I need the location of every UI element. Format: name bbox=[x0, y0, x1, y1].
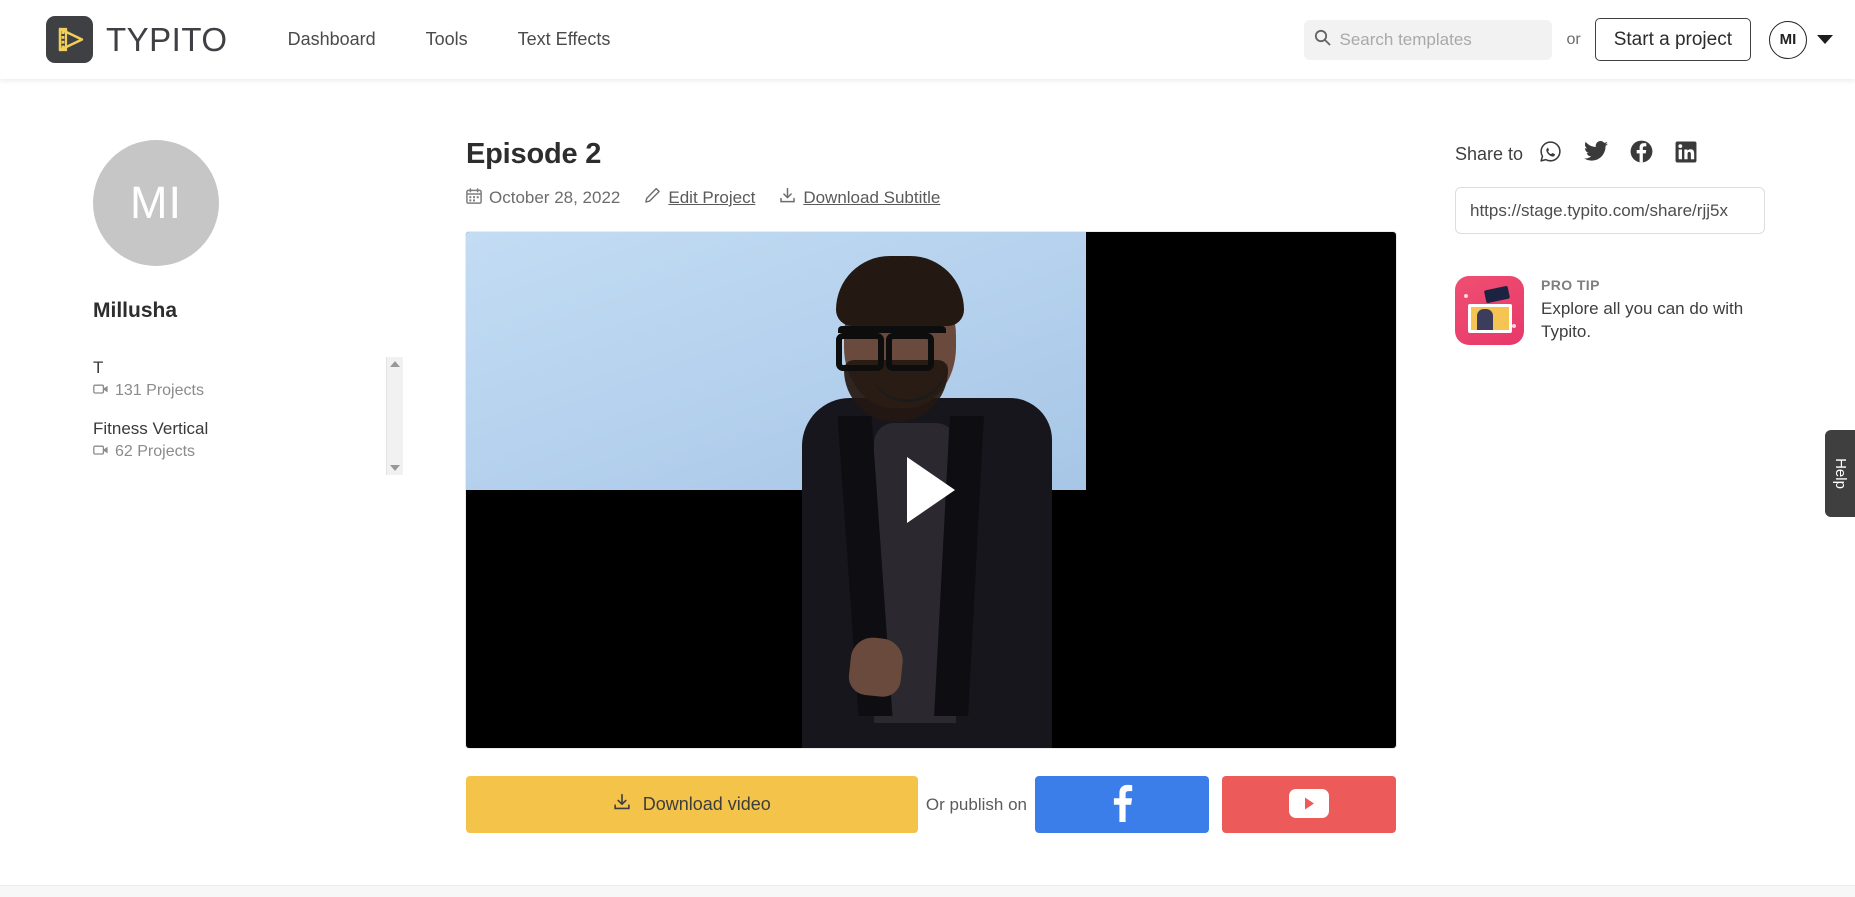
share-url-input[interactable] bbox=[1470, 200, 1750, 221]
scroll-up-arrow-icon[interactable] bbox=[390, 361, 400, 367]
play-triangle-icon[interactable] bbox=[907, 457, 955, 523]
project-folder-count: 131 Projects bbox=[93, 382, 403, 400]
footer-divider bbox=[0, 885, 1855, 897]
download-video-label: Download video bbox=[642, 794, 771, 814]
video-camera-icon bbox=[93, 443, 109, 461]
project-folder-list: T 131 Projects Fitness Vertical 62 Proje… bbox=[93, 357, 403, 475]
project-meta-row: October 28, 2022 Edit Project Download S… bbox=[466, 187, 1396, 209]
pro-tip-card[interactable]: PRO TIP Explore all you can do with Typi… bbox=[1455, 276, 1785, 345]
pencil-icon bbox=[644, 187, 661, 209]
project-folder-title: T bbox=[93, 358, 104, 377]
nav-item-text-effects[interactable]: Text Effects bbox=[518, 29, 611, 50]
download-subtitle-label: Download Subtitle bbox=[803, 188, 941, 207]
download-subtitle-link[interactable]: Download Subtitle bbox=[779, 187, 940, 209]
edit-project-label: Edit Project bbox=[668, 188, 756, 207]
scroll-down-arrow-icon[interactable] bbox=[390, 465, 400, 471]
page-title: Episode 2 bbox=[466, 138, 602, 170]
nav-item-dashboard[interactable]: Dashboard bbox=[288, 29, 376, 50]
share-url-box[interactable] bbox=[1455, 187, 1765, 234]
project-main-content: Episode 2 October 28, 2022 Edit Project … bbox=[466, 138, 1396, 833]
calendar-icon bbox=[466, 187, 482, 209]
top-header: TYPITO Dashboard Tools Text Effects or S… bbox=[0, 0, 1855, 79]
typito-film-play-logo-icon bbox=[46, 16, 93, 63]
share-panel: Share to https://stage.typito.com/share/… bbox=[1455, 140, 1785, 345]
youtube-icon bbox=[1289, 788, 1330, 821]
pro-tip-body: PRO TIP Explore all you can do with Typi… bbox=[1541, 276, 1761, 343]
share-header: Share to bbox=[1455, 140, 1785, 168]
video-camera-icon bbox=[93, 382, 109, 400]
main-navigation: Dashboard Tools Text Effects bbox=[288, 29, 611, 50]
start-a-project-button[interactable]: Start a project bbox=[1594, 18, 1751, 61]
chevron-down-icon[interactable] bbox=[1817, 35, 1833, 44]
search-input[interactable] bbox=[1339, 29, 1530, 50]
video-player[interactable] bbox=[466, 232, 1396, 748]
whatsapp-icon[interactable] bbox=[1539, 140, 1562, 168]
project-list-scrollbar[interactable] bbox=[386, 357, 403, 475]
facebook-icon[interactable] bbox=[1630, 140, 1653, 168]
project-action-row: Download video Or publish on bbox=[466, 776, 1396, 833]
download-icon bbox=[613, 793, 631, 816]
header-or-label: or bbox=[1566, 30, 1581, 48]
header-right-group: or Start a project MI bbox=[1304, 18, 1833, 61]
nav-item-tools[interactable]: Tools bbox=[426, 29, 468, 50]
project-folder-title: Fitness Vertical bbox=[93, 419, 209, 438]
download-video-button[interactable]: Download video bbox=[466, 776, 918, 833]
profile-avatar: MI bbox=[93, 140, 219, 266]
profile-sidebar: MI Millusha T 131 Projects Fitness Verti… bbox=[93, 140, 403, 475]
publish-facebook-button[interactable] bbox=[1035, 776, 1210, 833]
pro-tip-illustration-icon bbox=[1455, 276, 1524, 345]
project-date-label: October 28, 2022 bbox=[489, 188, 621, 207]
share-to-label: Share to bbox=[1455, 143, 1524, 164]
share-icon-group bbox=[1539, 140, 1697, 168]
project-date: October 28, 2022 bbox=[466, 187, 621, 209]
publish-on-label: Or publish on bbox=[925, 794, 1027, 814]
brand-name: TYPITO bbox=[106, 20, 228, 58]
header-avatar[interactable]: MI bbox=[1769, 20, 1807, 59]
search-icon bbox=[1314, 29, 1331, 51]
search-box[interactable] bbox=[1304, 19, 1553, 60]
project-folder-count-label: 62 Projects bbox=[115, 443, 196, 460]
pro-tip-text: Explore all you can do with Typito. bbox=[1541, 299, 1744, 341]
download-icon bbox=[779, 187, 796, 209]
twitter-icon[interactable] bbox=[1584, 140, 1609, 168]
profile-user-name: Millusha bbox=[93, 299, 178, 322]
project-folder-count-label: 131 Projects bbox=[115, 382, 204, 399]
help-tab-button[interactable]: Help bbox=[1825, 430, 1855, 517]
edit-project-link[interactable]: Edit Project bbox=[644, 187, 755, 209]
publish-youtube-button[interactable] bbox=[1222, 776, 1396, 833]
linkedin-icon[interactable] bbox=[1675, 141, 1697, 168]
help-tab-label: Help bbox=[1831, 458, 1849, 489]
pro-tip-title: PRO TIP bbox=[1541, 277, 1600, 293]
project-folder-count: 62 Projects bbox=[93, 443, 403, 461]
list-item[interactable]: Fitness Vertical 62 Projects bbox=[93, 418, 403, 461]
facebook-icon bbox=[1110, 784, 1134, 825]
brand-logo[interactable]: TYPITO bbox=[46, 16, 228, 63]
list-item[interactable]: T 131 Projects bbox=[93, 357, 403, 400]
